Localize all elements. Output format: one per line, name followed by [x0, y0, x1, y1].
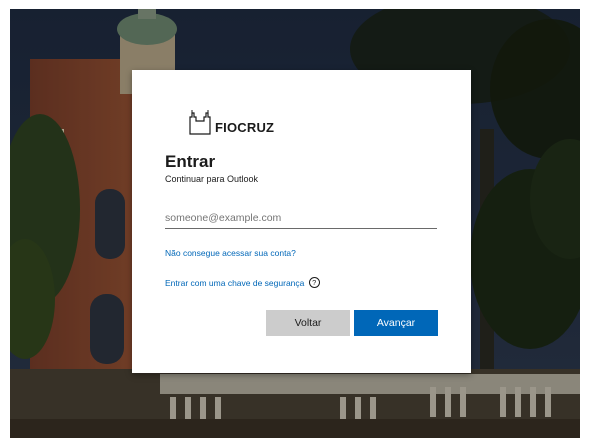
security-key-signin-link[interactable]: Entrar com uma chave de segurança — [165, 278, 304, 288]
fiocruz-castle-icon — [189, 110, 211, 135]
back-button[interactable]: Voltar — [266, 310, 350, 336]
brand-logo: FIOCRUZ — [189, 109, 274, 135]
security-key-signin-row: Entrar com uma chave de segurança ? — [165, 277, 320, 289]
page-title: Entrar — [165, 152, 216, 171]
email-field-wrapper — [165, 206, 437, 229]
help-circle-icon[interactable]: ? — [308, 277, 320, 289]
signin-card: FIOCRUZ Entrar Continuar para Outlook Nã… — [132, 70, 471, 373]
screen: FIOCRUZ Entrar Continuar para Outlook Nã… — [0, 0, 590, 438]
page-subtitle: Continuar para Outlook — [165, 174, 259, 184]
email-input[interactable] — [165, 208, 437, 228]
cant-access-account-link[interactable]: Não consegue acessar sua conta? — [165, 247, 296, 259]
brand-name: FIOCRUZ — [215, 120, 275, 135]
next-button[interactable]: Avançar — [354, 310, 438, 336]
